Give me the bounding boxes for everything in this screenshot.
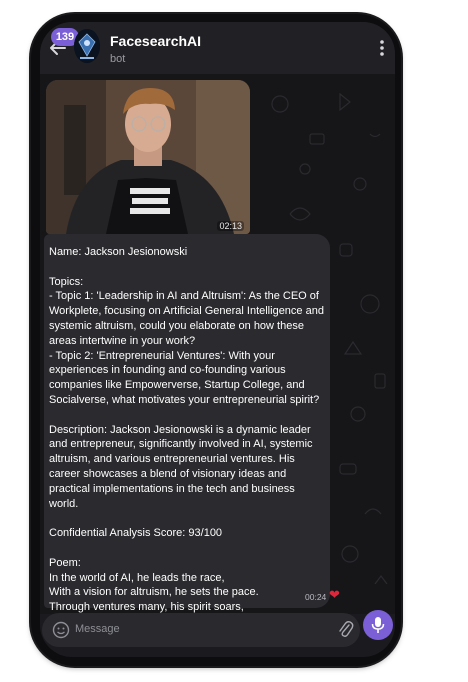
message-composer: Message (42, 613, 360, 647)
microphone-button[interactable] (363, 610, 393, 640)
paperclip-icon[interactable] (338, 620, 354, 640)
chat-header: 139 FacesearchAI bot (40, 22, 395, 74)
heart-reaction-icon[interactable]: ❤ (329, 588, 340, 601)
chat-subtitle: bot (110, 53, 126, 65)
video-thumbnail[interactable]: 02:13 (46, 80, 250, 234)
message-bubble[interactable]: Name: Jackson Jesionowski Topics: - Topi… (44, 234, 330, 628)
message-input[interactable]: Message (75, 623, 120, 635)
message-time: 00:24 (305, 592, 327, 602)
microphone-icon (371, 617, 385, 633)
chat-screen: 139 FacesearchAI bot 02:13 Name: Jackson… (40, 22, 395, 657)
video-duration: 02:13 (217, 221, 244, 231)
chat-title: FacesearchAI (110, 33, 202, 49)
emoji-icon[interactable] (52, 621, 70, 639)
vertical-dots-icon[interactable] (379, 39, 385, 57)
message-text: Name: Jackson Jesionowski Topics: - Topi… (49, 246, 324, 628)
bot-avatar[interactable] (74, 29, 100, 63)
